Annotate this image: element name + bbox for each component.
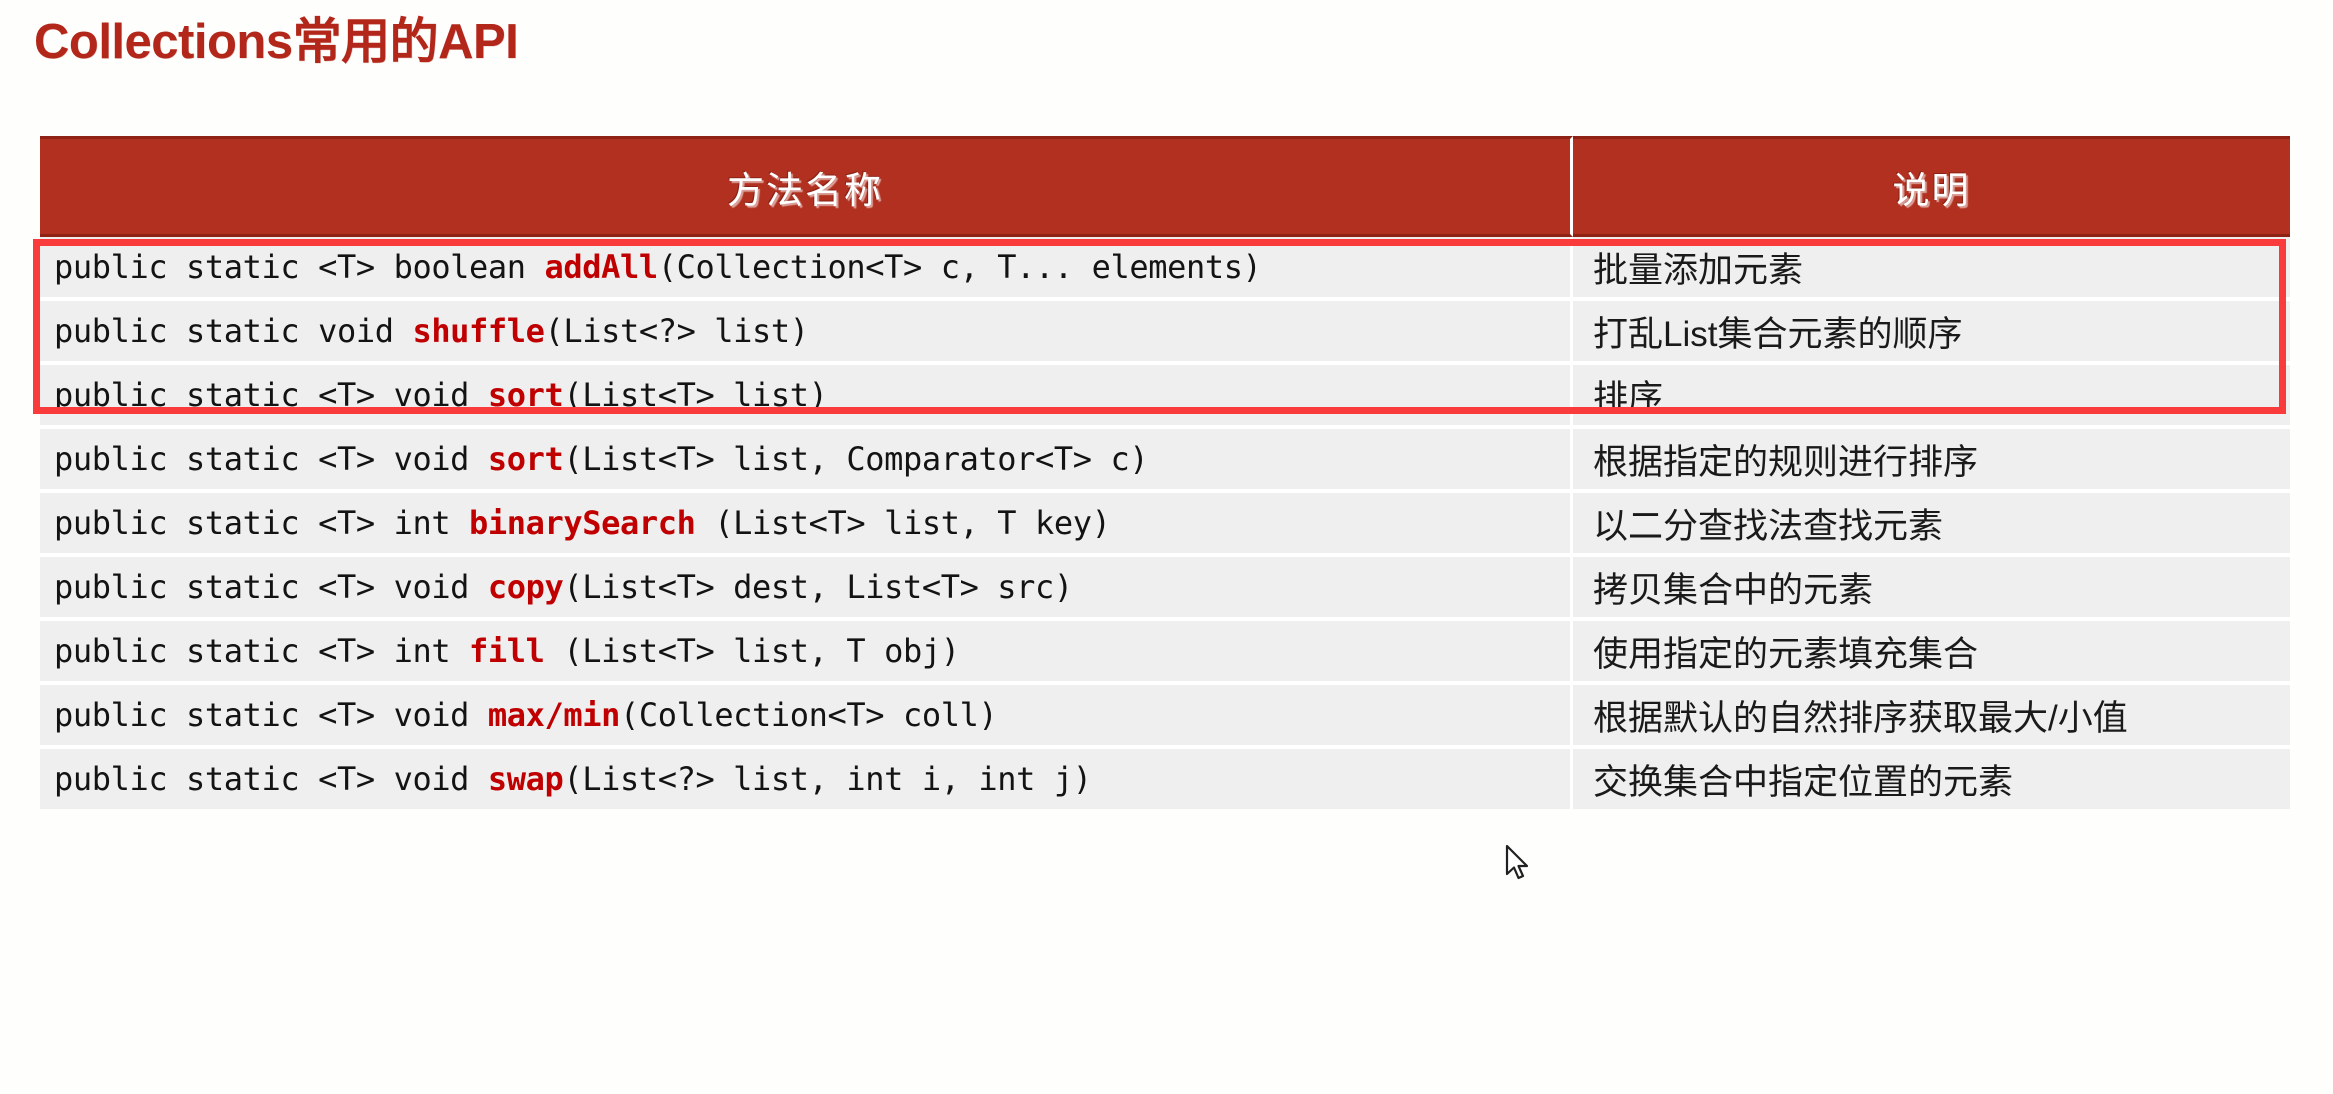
method-signature-suffix: (List<?> list, int i, int j) (563, 760, 1092, 798)
method-signature-cell: public static void shuffle(List<?> list) (40, 297, 1573, 361)
table-row: public static void shuffle(List<?> list)… (40, 297, 2290, 361)
method-signature-cell: public static <T> void sort(List<T> list… (40, 361, 1573, 425)
method-signature-suffix: (List<T> list, T key) (695, 504, 1111, 542)
method-signature-cell: public static <T> void copy(List<T> dest… (40, 553, 1573, 617)
method-signature-prefix: public static <T> void (54, 696, 488, 734)
description-cell: 根据指定的规则进行排序 (1573, 425, 2290, 489)
method-signature-cell: public static <T> void swap(List<?> list… (40, 745, 1573, 809)
arrow-pointer-icon (1505, 844, 1531, 883)
description-cell: 拷贝集合中的元素 (1573, 553, 2290, 617)
method-name: shuffle (412, 312, 545, 350)
method-signature-prefix: public static <T> void (54, 376, 488, 414)
method-signature-cell: public static <T> void sort(List<T> list… (40, 425, 1573, 489)
method-signature-suffix: (List<T> list, T obj) (544, 632, 960, 670)
method-signature-prefix: public static <T> void (54, 568, 488, 606)
description-cell: 批量添加元素 (1573, 237, 2290, 297)
method-name: sort (487, 376, 564, 414)
table-row: public static <T> void sort(List<T> list… (40, 361, 2290, 425)
method-signature-cell: public static <T> boolean addAll(Collect… (40, 237, 1573, 297)
method-signature-prefix: public static <T> void (54, 440, 488, 478)
table-row: public static <T> int binarySearch (List… (40, 489, 2290, 553)
table-row: public static <T> void max/min(Collectio… (40, 681, 2290, 745)
description-cell: 以二分查找法查找元素 (1573, 489, 2290, 553)
column-header-method-name: 方法名称 (40, 136, 1573, 237)
description-cell: 排序 (1573, 361, 2290, 425)
method-name: sort (487, 440, 564, 478)
method-signature-suffix: (List<T> list) (563, 376, 828, 414)
method-signature-cell: public static <T> int binarySearch (List… (40, 489, 1573, 553)
method-signature-cell: public static <T> void max/min(Collectio… (40, 681, 1573, 745)
table-header-row: 方法名称 说明 (40, 136, 2290, 237)
method-signature-suffix: (List<T> list, Comparator<T> c) (563, 440, 1149, 478)
table-body: public static <T> boolean addAll(Collect… (40, 237, 2290, 809)
method-signature-prefix: public static <T> int (54, 504, 470, 542)
method-name: swap (487, 760, 564, 798)
method-name: max/min (487, 696, 620, 734)
column-header-description: 说明 (1573, 136, 2290, 237)
description-cell: 根据默认的自然排序获取最大/小值 (1573, 681, 2290, 745)
method-signature-cell: public static <T> int fill (List<T> list… (40, 617, 1573, 681)
method-name: binarySearch (469, 504, 696, 542)
collections-api-table: 方法名称 说明 public static <T> boolean addAll… (40, 136, 2290, 809)
description-cell: 打乱List集合元素的顺序 (1573, 297, 2290, 361)
method-name: addAll (544, 248, 659, 286)
method-signature-prefix: public static void (54, 312, 413, 350)
method-signature-prefix: public static <T> int (54, 632, 470, 670)
method-signature-suffix: (List<?> list) (544, 312, 810, 350)
table-row: public static <T> void copy(List<T> dest… (40, 553, 2290, 617)
description-cell: 使用指定的元素填充集合 (1573, 617, 2290, 681)
table-row: public static <T> void swap(List<?> list… (40, 745, 2290, 809)
method-signature-prefix: public static <T> boolean (54, 248, 545, 286)
method-name: fill (469, 632, 545, 670)
method-signature-suffix: (Collection<T> c, T... elements) (657, 248, 1262, 286)
method-signature-suffix: (List<T> dest, List<T> src) (563, 568, 1073, 606)
table-header: 方法名称 说明 (40, 136, 2290, 237)
table-row: public static <T> boolean addAll(Collect… (40, 237, 2290, 297)
page-title: Collections常用的API (34, 15, 519, 69)
method-signature-prefix: public static <T> void (54, 760, 488, 798)
description-cell: 交换集合中指定位置的元素 (1573, 745, 2290, 809)
method-signature-suffix: (Collection<T> coll) (619, 696, 998, 734)
method-name: copy (487, 568, 564, 606)
table-row: public static <T> int fill (List<T> list… (40, 617, 2290, 681)
table-row: public static <T> void sort(List<T> list… (40, 425, 2290, 489)
